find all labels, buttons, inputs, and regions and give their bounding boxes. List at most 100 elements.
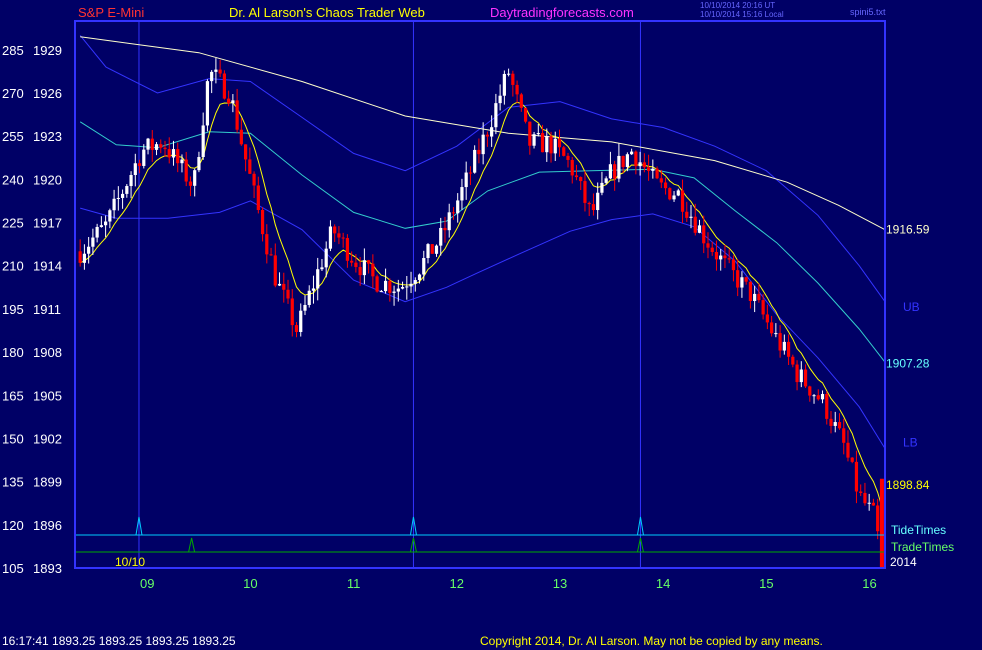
candle-body (116, 197, 120, 199)
candle-body (371, 263, 375, 277)
candle-body (596, 192, 600, 211)
candle-body (163, 147, 167, 150)
candle-body (328, 226, 333, 249)
candle-body (837, 422, 842, 429)
candle-body (553, 138, 557, 154)
candle-body (320, 267, 324, 270)
y-tick-price: 1911 (33, 302, 61, 317)
y-tick-price: 1899 (33, 475, 62, 490)
site-link[interactable]: Daytradingforecasts.com (490, 5, 634, 20)
candle-body (409, 283, 413, 287)
y-tick-code: 195 (2, 302, 24, 317)
candle-body (396, 288, 400, 292)
candle-body (646, 167, 651, 171)
candle-body (193, 170, 197, 186)
candle-body (316, 269, 320, 289)
candle-body (697, 225, 702, 233)
candle-body (562, 147, 566, 156)
right-value-label: UB (903, 300, 920, 314)
candle-body (757, 293, 761, 301)
candle-body (736, 270, 740, 288)
candle-body (112, 198, 116, 211)
candle-body (171, 149, 176, 158)
y-tick-price: 1893 (33, 561, 62, 576)
candle-body (528, 121, 532, 146)
candle-body (99, 225, 103, 227)
x-tick-label: 13 (553, 576, 567, 591)
y-tick-code: 270 (2, 86, 24, 101)
right-value-label: 1898.84 (886, 478, 930, 492)
candle-body (532, 134, 536, 146)
candle-body (104, 221, 108, 226)
candle-body (672, 195, 676, 200)
candle-body (456, 200, 460, 214)
y-tick-price: 1905 (33, 388, 62, 403)
candle-body (685, 211, 689, 218)
candle-body (265, 234, 269, 255)
candle-body (95, 226, 99, 238)
date-label: 10/10 (115, 555, 145, 569)
y-tick-price: 1908 (33, 345, 62, 360)
y-tick-price: 1914 (33, 259, 62, 274)
candle-body (812, 395, 816, 397)
candle-body (706, 243, 710, 248)
candle-body (468, 172, 473, 174)
candle-body (494, 103, 498, 128)
y-tick-code: 120 (2, 518, 24, 533)
candle-body (825, 393, 829, 419)
year-label: 2014 (890, 555, 917, 569)
candle-body (299, 310, 303, 332)
chart-title-symbol: S&P E-Mini (78, 5, 144, 20)
candle-body (859, 491, 863, 493)
candle-body (770, 322, 774, 334)
candle-body (341, 237, 345, 239)
candle-body (702, 225, 706, 244)
candle-body (159, 144, 163, 148)
candle-body (786, 341, 791, 357)
candle-body (82, 253, 86, 263)
y-tick-code: 240 (2, 172, 24, 187)
candle-body (273, 255, 277, 286)
candle-body (867, 502, 871, 504)
candle-body (379, 291, 383, 293)
candle-body (358, 266, 362, 276)
candle-body (863, 492, 867, 504)
candle-body (791, 356, 795, 365)
candle-body (511, 73, 515, 85)
candle-body (714, 251, 719, 260)
candle-body (439, 227, 443, 246)
candle-body (473, 149, 477, 173)
candle-body (876, 505, 880, 532)
candle-body (655, 168, 659, 179)
candle-body (184, 159, 188, 182)
candle-body (210, 71, 214, 82)
candle-body (871, 502, 876, 506)
candle-body (566, 155, 570, 160)
candle-body (663, 182, 668, 189)
candle-body (430, 244, 434, 254)
candle-body (820, 393, 825, 400)
y-tick-code: 165 (2, 388, 24, 403)
candle-body (719, 255, 723, 260)
y-tick-code: 135 (2, 475, 24, 490)
candle-body (778, 333, 782, 351)
candle-body (78, 251, 82, 263)
candle-body (680, 190, 685, 212)
candle-body (808, 386, 812, 396)
candle-body (799, 369, 803, 383)
x-tick-label: 14 (656, 576, 670, 591)
candle-body (761, 300, 765, 315)
candle-body (108, 210, 112, 222)
x-tick-label: 09 (140, 576, 154, 591)
candle-body (540, 133, 545, 153)
candle-body (816, 395, 820, 400)
candle-body (120, 193, 125, 198)
y-tick-price: 1896 (33, 518, 62, 533)
candle-body (286, 289, 290, 299)
candle-body (536, 133, 540, 135)
candle-body (600, 182, 604, 193)
candle-body (617, 155, 621, 179)
y-tick-price: 1902 (33, 431, 62, 446)
data-file-name: spini5.txt (850, 7, 886, 17)
right-value-label: LB (903, 435, 918, 449)
